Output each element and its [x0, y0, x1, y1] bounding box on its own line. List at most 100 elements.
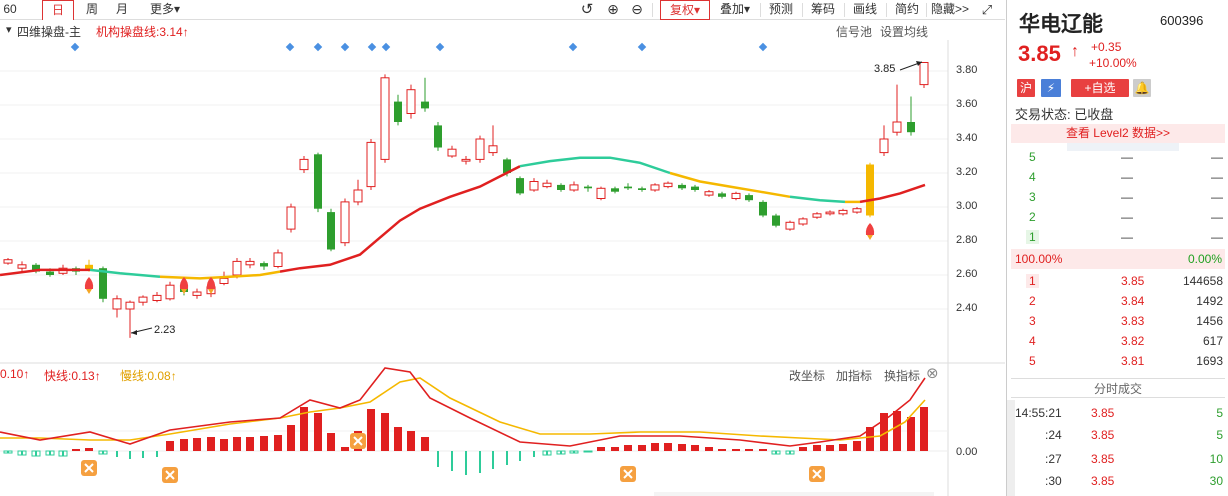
- macd-bar: [664, 443, 672, 451]
- stock-code: 600396: [1160, 13, 1204, 28]
- lightning-icon[interactable]: ⚡: [1041, 79, 1061, 97]
- zoom-out-icon[interactable]: ⊖: [628, 0, 646, 20]
- fullscreen-icon[interactable]: ⤢: [978, 0, 996, 20]
- overlay-dropdown[interactable]: 叠加▾: [714, 0, 756, 20]
- signal-diamond-icon: [367, 42, 377, 52]
- slow-line-value: 慢线:0.08↑: [120, 369, 177, 383]
- simple-mode-button[interactable]: 简约: [892, 0, 922, 20]
- macd-bar: [207, 437, 215, 451]
- quote-panel: 华电辽能 600396 3.85 ↑ +0.35 +10.00% 沪 ⚡ +自选…: [1006, 0, 1228, 496]
- macd-bar: [732, 449, 740, 451]
- candle-body: [611, 188, 619, 192]
- ma-line: [669, 171, 791, 199]
- macd-bar: [246, 437, 254, 451]
- period-more-dropdown[interactable]: 更多▾: [142, 0, 188, 20]
- period-week-button[interactable]: 周: [80, 0, 104, 20]
- macd-bar: [287, 425, 295, 451]
- y-tick: 2.40: [956, 302, 978, 314]
- macd-bar: [853, 441, 861, 451]
- candle-body: [138, 296, 148, 303]
- candle-body: [542, 182, 552, 188]
- chips-button[interactable]: 筹码: [808, 0, 838, 20]
- candle-body: [46, 271, 54, 275]
- candle-body: [366, 141, 376, 188]
- candle-body: [838, 209, 848, 215]
- y-tick: 3.00: [956, 200, 978, 212]
- switch-indicator-button[interactable]: 换指标: [884, 367, 920, 384]
- y-tick: 3.60: [956, 98, 978, 110]
- main-indicator-name[interactable]: 四维操盘-主: [17, 23, 81, 40]
- trade-status: 交易状态: 已收盘: [1015, 107, 1114, 122]
- macd-bar: [166, 441, 174, 451]
- macd-bar: [799, 447, 807, 451]
- trade-row: :24 3.85 5: [1045, 428, 1223, 442]
- draw-line-button[interactable]: 画线: [850, 0, 880, 20]
- macd-bar: [533, 451, 535, 457]
- zoom-in-icon[interactable]: ⊕: [604, 0, 622, 20]
- period-60min-button[interactable]: 60: [0, 0, 20, 20]
- chart-toolbar: 60 日 周 月 更多▾ ↺ ⊕ ⊖ 复权▾ 叠加▾ 预测 筹码 画线 简约 隐…: [0, 0, 1005, 20]
- macd-bar: [116, 451, 118, 457]
- candle-body: [731, 192, 741, 199]
- buy-level-row: 1 3.85 144658: [1007, 272, 1228, 292]
- forecast-button[interactable]: 预测: [766, 0, 796, 20]
- macd-bar: [451, 451, 453, 471]
- rocket-icon: [865, 223, 875, 235]
- candle-body: [704, 191, 714, 196]
- macd-bar: [611, 447, 619, 451]
- tick-trades-title: 分时成交: [1011, 378, 1225, 398]
- macd-bar: [274, 435, 282, 451]
- rocket-icon-flame: [86, 289, 92, 294]
- candle-body: [192, 291, 202, 296]
- level2-link[interactable]: 查看 Level2 数据>>: [1011, 124, 1225, 143]
- change-axis-button[interactable]: 改坐标: [789, 367, 825, 384]
- macd-bar: [759, 449, 767, 451]
- macd-bar: [394, 427, 402, 451]
- main-indicator-value: 机构操盘线:3.14↑: [96, 25, 189, 39]
- buy-level-row: 3 3.83 1456: [1029, 314, 1223, 328]
- candle-body: [380, 77, 390, 160]
- macd-bar: [839, 444, 847, 451]
- macd-bar: [465, 451, 467, 475]
- sell-level-row: 1 — —: [1007, 228, 1228, 248]
- candle-body: [421, 101, 429, 109]
- macd-bar: [813, 445, 821, 451]
- candle-body: [718, 193, 726, 197]
- macd-bar: [651, 443, 659, 451]
- add-watchlist-button[interactable]: +自选: [1071, 79, 1129, 97]
- macd-bar: [479, 451, 481, 473]
- macd-bar: [62, 451, 64, 456]
- undo-icon[interactable]: ↺: [578, 0, 596, 20]
- candle-body: [219, 277, 229, 284]
- candle-body: [3, 259, 13, 264]
- buy-ratio: 100.00%: [1015, 252, 1063, 266]
- adjust-dropdown[interactable]: 复权▾: [660, 0, 710, 20]
- macd-bar: [260, 436, 268, 451]
- hide-panel-button[interactable]: 隐藏>>: [930, 0, 970, 20]
- candle-body: [892, 121, 902, 133]
- macd-bar: [407, 431, 415, 451]
- candle-body: [866, 164, 874, 216]
- period-day-button[interactable]: 日: [42, 0, 74, 20]
- macd-bar: [72, 449, 80, 451]
- sub-prefix-value: 0.10↑: [0, 367, 30, 381]
- candle-body: [112, 298, 122, 310]
- trades-scrollbar[interactable]: [1007, 400, 1015, 496]
- low-price-marker: 2.23: [154, 324, 176, 336]
- macd-bar: [691, 445, 699, 451]
- macd-bar: [437, 451, 439, 467]
- kline-chart[interactable]: [0, 20, 1005, 496]
- signal-pool-button[interactable]: 信号池: [836, 23, 872, 40]
- period-month-button[interactable]: 月: [110, 0, 134, 20]
- close-sub-chart-icon[interactable]: ⊗: [926, 364, 939, 382]
- signal-diamond-icon: [758, 42, 768, 52]
- candle-body: [907, 122, 915, 133]
- candle-body: [273, 252, 283, 267]
- macd-bar: [597, 447, 605, 451]
- macd-bar: [314, 413, 322, 451]
- add-indicator-button[interactable]: 加指标: [836, 367, 872, 384]
- ma-settings-button[interactable]: 设置均线: [880, 23, 928, 40]
- macd-bar: [421, 437, 429, 451]
- macd-bar: [156, 451, 158, 457]
- alert-bell-icon[interactable]: 🔔: [1133, 79, 1151, 97]
